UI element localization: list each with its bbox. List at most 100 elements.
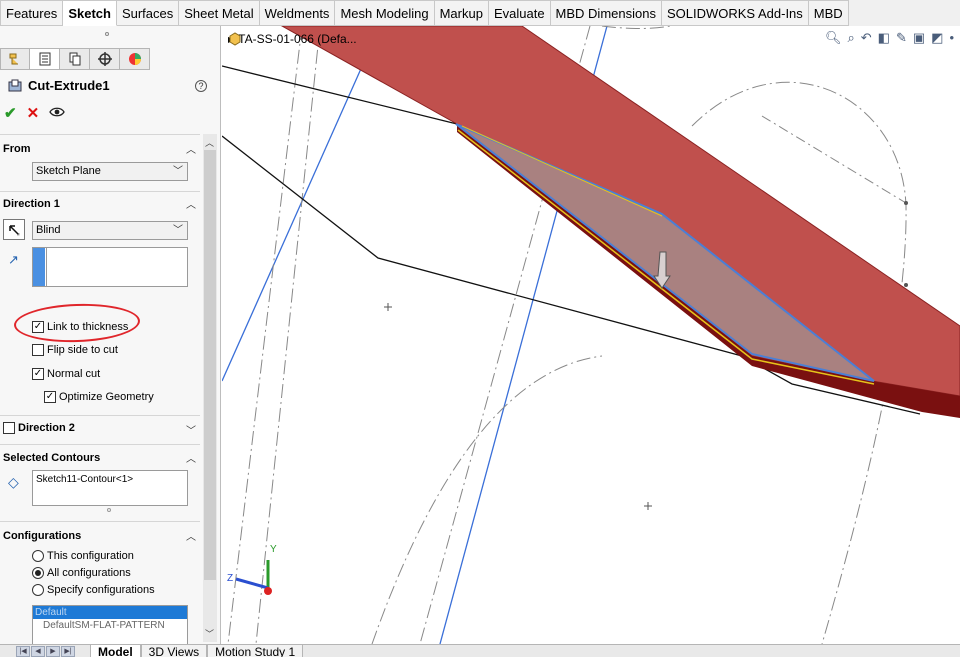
this-configuration-label: This configuration: [47, 550, 134, 562]
direction-of-extrusion-box[interactable]: [32, 247, 188, 287]
bottom-tabs: Model 3D Views Motion Study 1: [90, 645, 304, 657]
panel-grip-handle[interactable]: [105, 32, 109, 36]
model-viewport: [222, 26, 960, 644]
display-style-icon[interactable]: ◩: [931, 30, 943, 46]
direction2-expand-chevron-icon[interactable]: ﹀: [186, 422, 196, 437]
configuration-manager-tab[interactable]: [60, 48, 90, 70]
first-tab-icon[interactable]: |◀: [16, 646, 30, 657]
property-manager-tab[interactable]: [30, 48, 60, 70]
tab-motion-study-1[interactable]: Motion Study 1: [207, 645, 304, 657]
property-manager: Cut-Extrude1 ? ✔ ✕ From ︿ Sketch Plane ﹀…: [0, 26, 221, 644]
action-buttons: ✔ ✕: [4, 104, 65, 122]
reverse-direction-button[interactable]: [3, 219, 25, 240]
tab-model[interactable]: Model: [90, 645, 141, 657]
from-select[interactable]: Sketch Plane ﹀: [32, 162, 188, 181]
normal-cut-label: Normal cut: [47, 368, 101, 380]
flyout-tree-header[interactable]: ▶ TA-SS-01-066 (Defa...: [228, 32, 357, 46]
zoom-to-fit-icon[interactable]: 🔍︎: [825, 30, 842, 46]
next-tab-icon[interactable]: ▶: [46, 646, 60, 657]
flip-side-to-cut-checkbox[interactable]: Flip side to cut: [32, 344, 118, 356]
from-pane: From ︿ Sketch Plane ﹀: [0, 134, 200, 192]
tab-mesh-modeling[interactable]: Mesh Modeling: [335, 0, 435, 26]
scrollbar-thumb[interactable]: [204, 150, 216, 580]
previous-view-icon[interactable]: ↶: [861, 30, 872, 46]
scroll-down-icon[interactable]: ﹀: [205, 627, 214, 640]
feature-title-text: Cut-Extrude1: [28, 78, 110, 93]
specify-configurations-radio[interactable]: Specify configurations: [32, 584, 155, 596]
chevron-down-icon: ﹀: [173, 225, 183, 236]
empty-checkbox-icon: [3, 422, 15, 434]
config-list-item-flat-pattern[interactable]: DefaultSM-FLAT-PATTERN: [33, 619, 187, 632]
preview-eye-icon[interactable]: [49, 105, 65, 122]
selected-contours-collapse-chevron-icon[interactable]: ︿: [186, 450, 196, 465]
radio-empty-icon: [32, 584, 44, 596]
optimize-geometry-checkbox[interactable]: ✓ Optimize Geometry: [44, 391, 154, 403]
selected-contours-pane: Selected Contours ︿ ◇ Sketch11-Contour<1…: [0, 444, 200, 518]
command-manager-tabs: Features Sketch Surfaces Sheet Metal Wel…: [0, 0, 849, 26]
tab-sheet-metal[interactable]: Sheet Metal: [179, 0, 260, 26]
all-configurations-radio[interactable]: All configurations: [32, 567, 131, 579]
section-view-icon[interactable]: ◧: [878, 30, 890, 46]
radio-selected-icon: [32, 567, 44, 579]
tab-features[interactable]: Features: [0, 0, 64, 26]
configurations-collapse-chevron-icon[interactable]: ︿: [186, 528, 196, 543]
hide-show-icon[interactable]: •: [949, 30, 954, 46]
tab-markup[interactable]: Markup: [434, 0, 489, 26]
cancel-x-icon[interactable]: ✕: [27, 104, 40, 122]
feature-tree-icon: [9, 53, 18, 65]
tab-mbd[interactable]: MBD: [808, 0, 849, 26]
tab-solidworks-add-ins[interactable]: SOLIDWORKS Add-Ins: [661, 0, 809, 26]
help-icon[interactable]: ?: [195, 80, 207, 92]
direction1-collapse-chevron-icon[interactable]: ︿: [186, 196, 196, 211]
config-list-item-default[interactable]: Default: [33, 606, 187, 619]
tab-sketch[interactable]: Sketch: [63, 0, 117, 26]
property-manager-scrollbar[interactable]: ︿ ﹀: [203, 134, 217, 642]
specify-configurations-label: Specify configurations: [47, 584, 155, 596]
reverse-direction-arrow-icon: [9, 224, 20, 236]
scroll-up-icon[interactable]: ︿: [205, 136, 214, 149]
chevron-down-icon: ﹀: [173, 166, 183, 177]
this-configuration-radio[interactable]: This configuration: [32, 550, 134, 562]
display-manager-tab[interactable]: [120, 48, 150, 70]
tab-mbd-dimensions[interactable]: MBD Dimensions: [550, 0, 662, 26]
dimxpert-manager-tab[interactable]: [90, 48, 120, 70]
direction2-label: Direction 2: [18, 422, 75, 434]
zoom-to-area-icon[interactable]: ⌕: [847, 30, 854, 46]
empty-checkbox-icon: [32, 344, 44, 356]
configurations-header: Configurations: [3, 530, 82, 542]
triad-y-label: Y: [270, 544, 277, 555]
normal-cut-checkbox[interactable]: ✓ Normal cut: [32, 368, 100, 380]
construction-centerline: [227, 26, 303, 644]
last-tab-icon[interactable]: ▶|: [61, 646, 75, 657]
part-name-label: TA-SS-01-066 (Defa...: [238, 32, 357, 46]
configuration-list[interactable]: Default DefaultSM-FLAT-PATTERN: [32, 605, 188, 644]
direction2-checkbox[interactable]: Direction 2: [3, 422, 75, 434]
sketch-blue-line: [222, 26, 381, 382]
feature-manager-tab[interactable]: [0, 48, 30, 70]
tab-weldments[interactable]: Weldments: [259, 0, 336, 26]
crosshair-icon: [97, 52, 112, 66]
prev-tab-icon[interactable]: ◀: [31, 646, 45, 657]
origin-marker: [384, 303, 392, 311]
end-condition-value: Blind: [36, 224, 61, 236]
cut-extrude-icon: [8, 79, 22, 91]
list-resize-handle[interactable]: [107, 508, 111, 512]
from-header: From: [3, 143, 31, 155]
ok-checkmark-icon[interactable]: ✔: [4, 104, 17, 122]
heads-up-toolbar: 🔍︎ ⌕ ↶ ◧ ✎ ▣ ◩ •: [825, 30, 954, 46]
manager-tabs: [0, 48, 150, 70]
view-orientation-icon[interactable]: ▣: [913, 30, 925, 46]
selected-contour-item[interactable]: Sketch11-Contour<1>: [36, 474, 133, 485]
tab-surfaces[interactable]: Surfaces: [116, 0, 180, 26]
tab-evaluate[interactable]: Evaluate: [488, 0, 551, 26]
end-condition-select[interactable]: Blind ﹀: [32, 221, 188, 240]
graphics-area[interactable]: ▶ TA-SS-01-066 (Defa... 🔍︎ ⌕ ↶ ◧ ✎ ▣ ◩ •…: [222, 26, 960, 644]
configuration-icon: [69, 52, 80, 66]
configurations-pane: Configurations ︿ This configuration All …: [0, 521, 200, 644]
dynamic-annotation-icon[interactable]: ✎: [896, 30, 907, 46]
construction-line: [761, 115, 907, 204]
from-collapse-chevron-icon[interactable]: ︿: [186, 141, 196, 156]
tab-3d-views[interactable]: 3D Views: [140, 645, 208, 657]
tab-scroll-buttons: |◀ ◀ ▶ ▶|: [16, 646, 75, 657]
selected-contours-list[interactable]: Sketch11-Contour<1>: [32, 470, 188, 506]
